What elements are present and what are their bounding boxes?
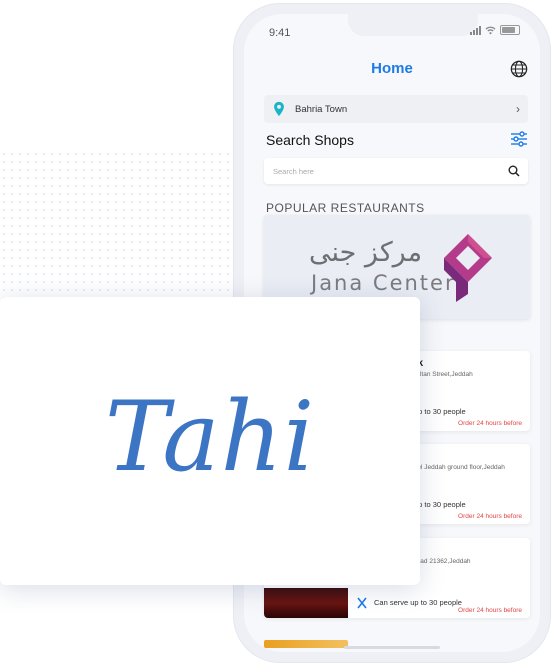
signal-icon: [470, 25, 481, 35]
battery-icon: [500, 25, 520, 35]
restaurant-thumbnail: [264, 588, 348, 618]
banner-arabic-text: مركز جنى: [309, 237, 423, 268]
banner-english-text: Jana Center: [311, 271, 456, 295]
search-shops-title: Search Shops: [266, 132, 354, 148]
order-notice: Order 24 hours before: [458, 420, 522, 427]
location-label: Bahria Town: [295, 103, 348, 115]
home-indicator[interactable]: [344, 646, 440, 649]
chevron-right-icon: ›: [516, 102, 520, 116]
brand-overlay-panel: Tahi: [0, 297, 420, 585]
search-placeholder: Search here: [273, 166, 314, 176]
wifi-icon: [485, 26, 496, 34]
filter-sliders-icon[interactable]: [510, 130, 528, 148]
restaurant-capacity: up to 30 people: [414, 500, 466, 509]
order-notice: Order 24 hours before: [458, 513, 522, 520]
search-input[interactable]: Search here: [264, 158, 528, 184]
restaurant-capacity: up to 30 people: [414, 407, 466, 416]
popular-restaurants-heading: POPULAR RESTAURANTS: [266, 201, 425, 215]
restaurant-address: Road 21362,Jeddah: [412, 558, 471, 565]
jana-center-logo: [444, 234, 492, 302]
location-selector[interactable]: Bahria Town ›: [264, 95, 528, 123]
restaurant-address: atel Jeddah ground floor,Jeddah: [412, 464, 505, 471]
next-card-thumbnail: [264, 640, 348, 648]
status-bar: 9:41: [244, 14, 540, 50]
globe-icon[interactable]: [510, 60, 528, 78]
order-notice: Order 24 hours before: [458, 607, 522, 614]
brand-logo-text: Tahi: [104, 381, 316, 493]
page-title: Home: [371, 60, 413, 77]
location-pin-icon: [274, 101, 284, 117]
phone-notch: [348, 14, 478, 36]
utensils-icon: [357, 597, 367, 609]
restaurant-address: Sultan Street,Jeddah: [412, 371, 473, 378]
restaurant-capacity: Can serve up to 30 people: [374, 598, 462, 607]
status-time: 9:41: [269, 27, 291, 39]
status-icons: [470, 25, 520, 35]
search-icon[interactable]: [508, 165, 520, 177]
